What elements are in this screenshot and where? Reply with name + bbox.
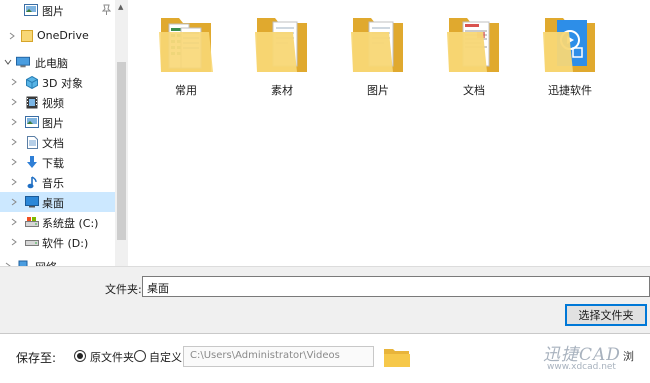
file-name: 文档 — [463, 84, 485, 97]
folder-item[interactable]: 素材 — [242, 10, 322, 98]
sidebar-item-videos[interactable]: 视频 — [0, 92, 115, 112]
file-name: 常用 — [175, 84, 197, 97]
truncated-text: 浏 — [623, 350, 634, 363]
folder-documents-icon — [347, 10, 409, 76]
file-name: 迅捷软件 — [548, 84, 592, 97]
chevron-right-icon[interactable] — [10, 178, 18, 186]
folder-picker-footer: 文件夹: 桌面 选择文件夹 — [0, 266, 650, 334]
chevron-right-icon[interactable] — [10, 78, 18, 86]
chevron-down-icon[interactable] — [4, 58, 12, 66]
sidebar-item-drive-c[interactable]: 系统盘 (C:) — [0, 212, 115, 232]
folder-app-icon — [539, 10, 601, 76]
sidebar-item-label: 图片 — [42, 5, 64, 18]
music-icon — [25, 175, 39, 189]
watermark: 迅捷CAD www.xdcad.net 浏 — [543, 340, 650, 380]
file-list: 常用 素材 图片 文档 迅捷软件 — [128, 0, 650, 266]
sidebar-item-onedrive[interactable]: OneDrive — [0, 26, 115, 46]
sidebar-item-label: OneDrive — [37, 29, 89, 42]
scrollbar-thumb[interactable] — [117, 62, 126, 240]
chevron-right-icon[interactable] — [10, 218, 18, 226]
sidebar-item-label: 文档 — [42, 137, 64, 150]
scroll-up-arrow-icon[interactable]: ▲ — [118, 3, 123, 11]
sidebar-item-network[interactable]: 网络 — [0, 256, 115, 266]
file-name: 素材 — [271, 84, 293, 97]
sidebar-item-label: 系统盘 (C:) — [42, 217, 99, 230]
custom-folder-label[interactable]: 自定义 — [149, 349, 182, 365]
folder-item[interactable]: 文档 — [434, 10, 514, 98]
output-path-field[interactable]: C:\Users\Administrator\Videos — [183, 346, 374, 367]
sidebar-item-pictures[interactable]: 图片 — [0, 112, 115, 132]
pictures-icon — [25, 115, 39, 129]
chevron-right-icon[interactable] — [10, 138, 18, 146]
save-to-row: 保存至: 原文件夹 自定义 C:\Users\Administrator\Vid… — [0, 334, 650, 383]
chevron-right-icon[interactable] — [10, 158, 18, 166]
this-pc-icon — [16, 55, 30, 69]
sidebar-item-label: 下载 — [42, 157, 64, 170]
sidebar-scrollbar[interactable]: ▲ — [115, 0, 128, 266]
videos-icon — [25, 95, 39, 109]
folder-name-input[interactable]: 桌面 — [142, 276, 650, 297]
sidebar-item-desktop[interactable]: 桌面 — [0, 192, 115, 212]
sidebar-item-label: 桌面 — [42, 197, 64, 210]
sidebar-item-this-pc[interactable]: 此电脑 — [0, 52, 115, 72]
navigation-pane: 图片 OneDrive 此电脑 3D 对象 视频 图片 文档 下载 音乐 桌面 … — [0, 0, 128, 266]
downloads-icon — [25, 155, 39, 169]
pin-icon[interactable] — [101, 4, 112, 18]
sidebar-item-label: 图片 — [42, 117, 64, 130]
drive-c-icon — [25, 215, 39, 229]
watermark-url: www.xdcad.net — [547, 362, 616, 372]
chevron-right-icon[interactable] — [10, 118, 18, 126]
sidebar-item-label: 软件 (D:) — [42, 237, 89, 250]
sidebar-item-label: 3D 对象 — [42, 77, 83, 90]
original-folder-radio[interactable] — [74, 350, 86, 362]
select-folder-button[interactable]: 选择文件夹 — [565, 304, 647, 326]
custom-folder-radio[interactable] — [134, 350, 146, 362]
sidebar-item-3d-objects[interactable]: 3D 对象 — [0, 72, 115, 92]
sidebar-item-label: 音乐 — [42, 177, 64, 190]
chevron-right-icon[interactable] — [10, 198, 18, 206]
desktop-icon — [25, 195, 39, 209]
folder-documents-icon — [251, 10, 313, 76]
folder-item[interactable]: 迅捷软件 — [530, 10, 610, 98]
sidebar-item-label: 网络 — [35, 259, 57, 266]
network-icon — [16, 259, 30, 266]
file-name: 图片 — [367, 84, 389, 97]
sidebar-item-label: 视频 — [42, 97, 64, 110]
sidebar-item-quick-pictures[interactable]: 图片 — [0, 0, 115, 20]
chevron-right-icon[interactable] — [8, 32, 16, 40]
chevron-right-icon[interactable] — [10, 98, 18, 106]
folder-item[interactable]: 常用 — [146, 10, 226, 98]
chevron-right-icon[interactable] — [10, 238, 18, 246]
sidebar-item-downloads[interactable]: 下载 — [0, 152, 115, 172]
onedrive-folder-icon — [20, 29, 34, 43]
sidebar-item-label: 此电脑 — [35, 57, 68, 70]
pictures-folder-icon — [24, 3, 38, 17]
folder-item[interactable]: 图片 — [338, 10, 418, 98]
browse-folder-icon[interactable] — [383, 346, 411, 371]
documents-icon — [25, 135, 39, 149]
folder-pages-icon — [443, 10, 505, 76]
sidebar-item-drive-d[interactable]: 软件 (D:) — [0, 232, 115, 252]
original-folder-label[interactable]: 原文件夹 — [90, 349, 134, 365]
drive-d-icon — [25, 235, 39, 249]
3d-objects-icon — [25, 75, 39, 89]
save-to-label: 保存至: — [16, 351, 57, 365]
folder-label: 文件夹: — [105, 283, 142, 296]
folder-spreadsheet-icon — [155, 10, 217, 76]
sidebar-item-music[interactable]: 音乐 — [0, 172, 115, 192]
sidebar-item-documents[interactable]: 文档 — [0, 132, 115, 152]
